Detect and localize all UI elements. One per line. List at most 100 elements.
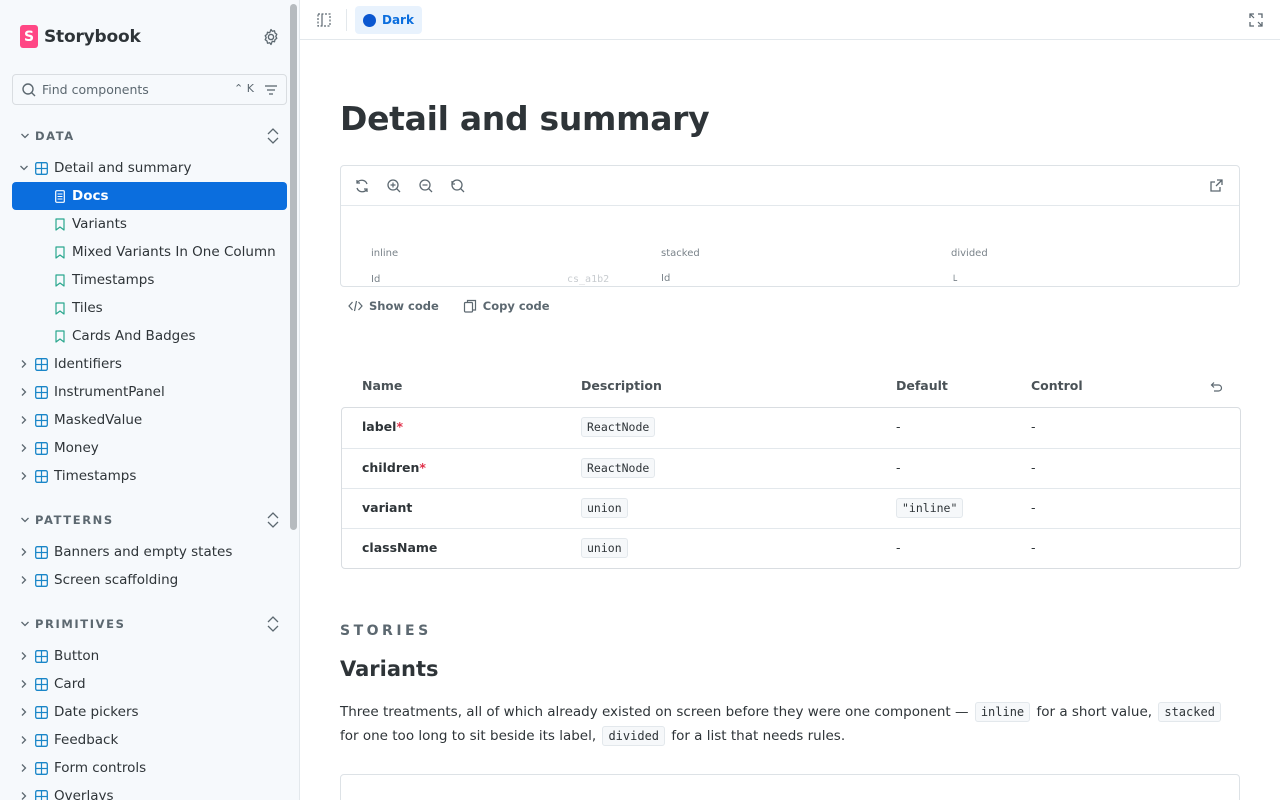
filter-icon[interactable] bbox=[263, 82, 279, 98]
gear-icon[interactable] bbox=[261, 27, 281, 47]
sidebar-item-screen-scaffolding[interactable]: Screen scaffolding bbox=[12, 566, 287, 594]
chevron-right-icon bbox=[21, 444, 27, 452]
bookmark-icon bbox=[55, 273, 65, 287]
sidebar-item-money[interactable]: Money bbox=[12, 434, 287, 462]
chevron-right-icon bbox=[21, 548, 27, 556]
remount-icon[interactable] bbox=[354, 178, 370, 194]
sidebar-scrollbar[interactable] bbox=[290, 4, 297, 530]
prop-type: ReactNode bbox=[581, 458, 656, 478]
prop-control: - bbox=[1031, 460, 1036, 475]
sidebar-toggle-icon[interactable] bbox=[316, 12, 332, 28]
search-placeholder: Find components bbox=[42, 82, 149, 97]
sidebar-item-date-pickers[interactable]: Date pickers bbox=[12, 698, 287, 726]
canvas-toolbar bbox=[341, 166, 1239, 206]
component-icon bbox=[35, 385, 48, 399]
chevron-down-icon bbox=[21, 133, 29, 139]
show-code-button[interactable]: Show code bbox=[348, 299, 439, 313]
chevron-right-icon bbox=[21, 416, 27, 424]
sidebar-item-label: Form controls bbox=[54, 760, 147, 776]
inline-code: inline bbox=[974, 702, 1031, 722]
prop-type: union bbox=[581, 538, 628, 558]
sidebar-item-cards-and-badges[interactable]: Cards And Badges bbox=[12, 322, 287, 350]
sidebar-item-label: Screen scaffolding bbox=[54, 572, 179, 588]
top-toolbar: Dark bbox=[300, 0, 1280, 40]
zoom-in-icon[interactable] bbox=[386, 178, 402, 194]
expand-collapse-icon[interactable] bbox=[266, 511, 280, 529]
column-header-control: Control bbox=[1031, 378, 1083, 393]
required-marker: * bbox=[419, 460, 426, 475]
component-icon bbox=[35, 161, 48, 175]
preview-column-divided: divided bbox=[951, 248, 988, 259]
sidebar-item-label: Date pickers bbox=[54, 704, 139, 720]
preview-column-stacked: stacked bbox=[661, 248, 700, 259]
sidebar-item-docs[interactable]: Docs bbox=[12, 182, 287, 210]
desc-text: for a list that needs rules. bbox=[671, 728, 846, 744]
copy-code-label: Copy code bbox=[482, 299, 550, 313]
bookmark-icon bbox=[55, 217, 65, 231]
inline-code: stacked bbox=[1158, 702, 1221, 722]
sidebar: S Storybook Find components ⌃ K DATA Det… bbox=[0, 0, 300, 800]
expand-collapse-icon[interactable] bbox=[266, 127, 280, 145]
sidebar-item-label: Detail and summary bbox=[54, 160, 192, 176]
component-icon bbox=[35, 705, 48, 719]
sidebar-item-variants[interactable]: Variants bbox=[12, 210, 287, 238]
sidebar-item-label: InstrumentPanel bbox=[54, 384, 165, 400]
sidebar-item-label: Variants bbox=[72, 216, 127, 232]
section-patterns[interactable]: PATTERNS bbox=[20, 510, 282, 530]
column-header-name: Name bbox=[362, 378, 403, 393]
prop-name: className bbox=[362, 540, 437, 555]
section-data[interactable]: DATA bbox=[20, 126, 282, 146]
sidebar-item-instrumentpanel[interactable]: InstrumentPanel bbox=[12, 378, 287, 406]
theme-switcher-button[interactable]: Dark bbox=[355, 6, 422, 34]
sidebar-item-overlays[interactable]: Overlays bbox=[12, 782, 287, 800]
component-icon bbox=[35, 469, 48, 483]
section-primitives[interactable]: PRIMITIVES bbox=[20, 614, 282, 634]
zoom-out-icon[interactable] bbox=[418, 178, 434, 194]
search-icon bbox=[22, 82, 36, 96]
sidebar-item-timestamps-story[interactable]: Timestamps bbox=[12, 266, 287, 294]
preview-divided-fragment: └ bbox=[951, 276, 958, 287]
sidebar-item-label: Button bbox=[54, 648, 100, 664]
chevron-right-icon bbox=[21, 736, 27, 744]
sidebar-item-identifiers[interactable]: Identifiers bbox=[12, 350, 287, 378]
sidebar-item-button[interactable]: Button bbox=[12, 642, 287, 670]
chevron-right-icon bbox=[21, 360, 27, 368]
prop-control: - bbox=[1031, 540, 1036, 555]
component-icon bbox=[35, 677, 48, 691]
sidebar-item-banners[interactable]: Banners and empty states bbox=[12, 538, 287, 566]
sidebar-item-maskedvalue[interactable]: MaskedValue bbox=[12, 406, 287, 434]
sidebar-item-form-controls[interactable]: Form controls bbox=[12, 754, 287, 782]
sidebar-item-label: MaskedValue bbox=[54, 412, 143, 428]
prop-default: - bbox=[896, 540, 901, 555]
column-header-description: Description bbox=[581, 378, 662, 393]
story-description: Three treatments, all of which already e… bbox=[340, 700, 1240, 748]
sidebar-item-feedback[interactable]: Feedback bbox=[12, 726, 287, 754]
search-input[interactable]: Find components ⌃ K bbox=[12, 74, 287, 105]
fullscreen-icon[interactable] bbox=[1248, 12, 1264, 28]
open-in-new-tab-icon[interactable] bbox=[1208, 178, 1224, 194]
sidebar-item-label: Overlays bbox=[54, 788, 114, 800]
brand-logo-link[interactable]: S Storybook bbox=[20, 25, 141, 48]
section-title: PATTERNS bbox=[35, 513, 114, 527]
theme-label: Dark bbox=[382, 13, 414, 27]
preview-column-inline: inline bbox=[371, 248, 399, 259]
copy-code-button[interactable]: Copy code bbox=[463, 299, 550, 313]
sidebar-item-tiles[interactable]: Tiles bbox=[12, 294, 287, 322]
brand-name: Storybook bbox=[44, 26, 141, 47]
sidebar-item-mixed-variants[interactable]: Mixed Variants In One Column bbox=[12, 238, 287, 266]
sidebar-item-label: Banners and empty states bbox=[54, 544, 233, 560]
prop-name: children* bbox=[362, 460, 426, 475]
sidebar-item-label: Money bbox=[54, 440, 99, 456]
expand-collapse-icon[interactable] bbox=[266, 615, 280, 633]
sidebar-item-label: Cards And Badges bbox=[72, 328, 196, 344]
sidebar-item-label: Mixed Variants In One Column bbox=[72, 244, 276, 260]
sidebar-item-detail-and-summary[interactable]: Detail and summary bbox=[12, 154, 287, 182]
component-icon bbox=[35, 761, 48, 775]
sidebar-item-timestamps[interactable]: Timestamps bbox=[12, 462, 287, 490]
search-shortcut: ⌃ K bbox=[234, 82, 254, 95]
stories-heading: STORIES bbox=[340, 623, 432, 639]
reset-icon[interactable] bbox=[1209, 380, 1223, 394]
sidebar-item-card[interactable]: Card bbox=[12, 670, 287, 698]
prop-type: union bbox=[581, 498, 628, 518]
zoom-reset-icon[interactable] bbox=[450, 178, 466, 194]
